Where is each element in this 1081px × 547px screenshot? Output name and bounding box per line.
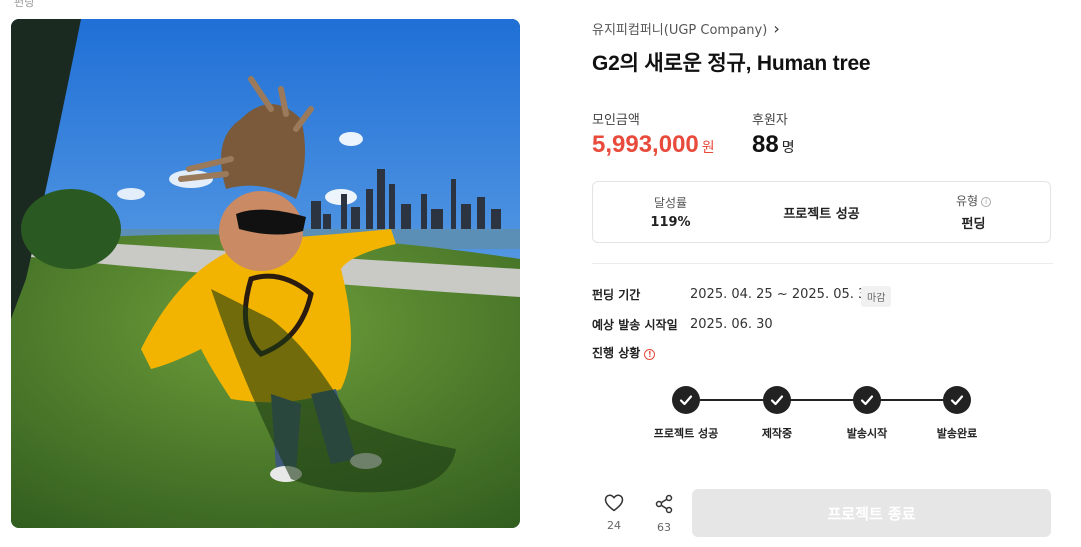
step-label: 프로젝트 성공 (653, 427, 719, 440)
type-value: 펀딩 (961, 217, 986, 232)
check-icon (943, 386, 971, 414)
amount-label: 모인금액 (592, 113, 640, 128)
alert-icon[interactable]: ! (644, 349, 656, 360)
check-icon (672, 386, 700, 414)
step-funding-success: 프로젝트 성공 (636, 386, 736, 441)
project-ended-button[interactable]: 프로젝트 종료 (692, 489, 1051, 537)
project-status: 프로젝트 성공 (783, 206, 860, 222)
period-value: 2025. 04. 25 ~ 2025. 05. 31 (690, 287, 875, 302)
creator-link[interactable]: 유지피컴퍼니(UGP Company) › (592, 19, 780, 38)
amount-value: 5,993,000 (592, 131, 699, 158)
section-divider (592, 263, 1053, 264)
step-label: 제작중 (761, 427, 793, 440)
step-shipping-started: 발송시작 (817, 386, 917, 441)
project-title: G2의 새로운 정규, Human tree (592, 52, 871, 75)
type-label: 유형 (955, 194, 979, 208)
backers-value-group: 88 명 (752, 131, 795, 159)
status-cell: 프로젝트 성공 (748, 182, 895, 242)
type-cell: 유형 i 펀딩 (895, 182, 1052, 242)
project-cover-image (11, 19, 520, 528)
type-label-row: 유형 i (955, 192, 992, 209)
progress-label: 진행 상황 (592, 346, 641, 360)
heart-icon (604, 494, 624, 512)
like-button[interactable]: 24 (594, 494, 634, 532)
achievement-value: 119% (650, 215, 691, 230)
summary-box: 달성률 119% 프로젝트 성공 유형 i 펀딩 (592, 181, 1051, 243)
chevron-right-icon: › (773, 18, 780, 38)
ship-date-label: 예상 발송 시작일 (592, 318, 678, 332)
ship-date-value: 2025. 06. 30 (690, 317, 773, 332)
amount-unit: 원 (701, 139, 715, 155)
progress-label-row: 진행 상황! (592, 344, 656, 361)
achievement-cell: 달성률 119% (593, 182, 748, 242)
check-icon (853, 386, 881, 414)
like-count: 24 (607, 519, 621, 532)
share-icon (655, 494, 673, 514)
share-count: 63 (657, 521, 671, 534)
step-production: 제작중 (727, 386, 827, 441)
backers-value: 88 (752, 131, 779, 158)
achievement-label: 달성률 (653, 196, 688, 210)
share-button[interactable]: 63 (644, 494, 684, 534)
step-label: 발송시작 (846, 427, 888, 440)
step-shipping-complete: 발송완료 (907, 386, 1007, 441)
breadcrumb[interactable]: 펀딩 (14, 0, 34, 10)
amount-value-group: 5,993,000 원 (592, 131, 715, 159)
backers-label: 후원자 (752, 113, 788, 128)
backers-unit: 명 (781, 139, 795, 155)
period-label: 펀딩 기간 (592, 288, 641, 302)
creator-name: 유지피컴퍼니(UGP Company) (592, 23, 768, 38)
closed-badge: 마감 (861, 286, 892, 307)
info-icon[interactable]: i (981, 197, 992, 207)
check-icon (763, 386, 791, 414)
step-label: 발송완료 (936, 427, 978, 440)
